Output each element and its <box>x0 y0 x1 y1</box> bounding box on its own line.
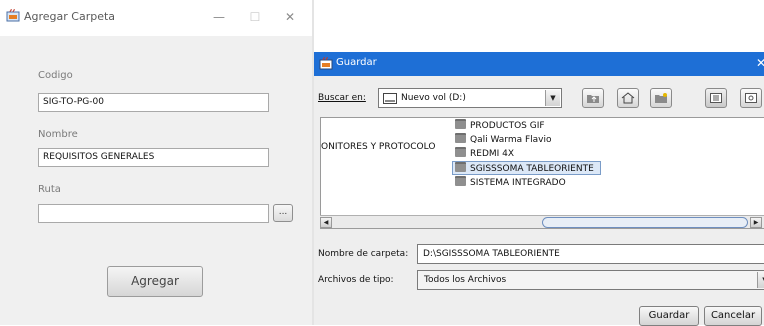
title-bar: Agregar Carpeta — ☐ ✕ <box>0 0 312 36</box>
window-title: Agregar Carpeta <box>24 10 116 23</box>
folder-icon <box>455 119 466 129</box>
buscar-en-label-text: Buscar en: <box>318 93 366 103</box>
maximize-icon[interactable]: ☐ <box>248 10 262 24</box>
folder-item[interactable]: SISTEMA INTEGRADO <box>453 176 566 190</box>
folder-item[interactable]: REDMI 4X <box>453 147 514 161</box>
list-item[interactable]: ONITORES Y PROTOCOLO <box>321 140 435 154</box>
folder-icon <box>455 162 466 172</box>
folder-item[interactable]: PRODUCTOS GIF <box>453 119 545 133</box>
buscar-en-combo[interactable]: Nuevo vol (D:) ▼ <box>378 88 562 108</box>
buscar-en-label: Buscar en: <box>318 93 366 103</box>
chevron-down-icon[interactable]: ▼ <box>545 90 560 106</box>
guardar-dialog: Guardar ✕ Buscar en: Nuevo vol (D:) ▼ ON… <box>314 52 764 326</box>
codigo-field[interactable]: SIG-TO-PG-00 <box>38 93 269 112</box>
details-view-icon[interactable] <box>740 88 762 108</box>
folder-label: PRODUCTOS GIF <box>470 121 545 131</box>
drive-icon <box>383 93 397 104</box>
nombre-carpeta-field[interactable]: D:\SGISSSOMA TABLEORIENTE <box>417 244 764 264</box>
codigo-label: Codigo <box>38 70 73 81</box>
scrollbar-thumb[interactable] <box>542 217 748 228</box>
scroll-left-icon[interactable]: ◀ <box>320 217 332 228</box>
scroll-right-icon[interactable]: ▶ <box>750 217 762 228</box>
close-icon[interactable]: ✕ <box>283 10 297 24</box>
folder-label: Qali Warma Flavio <box>470 135 552 145</box>
nombre-field[interactable]: REQUISITOS GENERALES <box>38 148 269 167</box>
list-view-icon[interactable] <box>705 88 727 108</box>
up-folder-icon[interactable] <box>582 88 604 108</box>
folder-label: SISTEMA INTEGRADO <box>470 178 566 188</box>
ruta-label: Ruta <box>38 184 61 195</box>
archivos-tipo-value: Todos los Archivos <box>424 275 507 285</box>
nombre-label: Nombre <box>38 129 78 140</box>
archivos-tipo-combo[interactable]: Todos los Archivos ▼ <box>417 270 764 290</box>
browse-button[interactable]: ... <box>273 204 293 222</box>
new-folder-icon[interactable] <box>650 88 672 108</box>
folder-label: REDMI 4X <box>470 149 515 159</box>
horizontal-scrollbar[interactable]: ◀ ▶ <box>320 215 764 228</box>
java-app-icon <box>319 57 333 70</box>
nombre-carpeta-label: Nombre de carpeta: <box>318 249 409 259</box>
agregar-carpeta-window: Agregar Carpeta — ☐ ✕ Codigo SIG-TO-PG-0… <box>0 0 312 325</box>
dialog-close-icon[interactable]: ✕ <box>756 56 764 70</box>
dialog-title-bar: Guardar ✕ <box>314 52 764 76</box>
folder-icon <box>455 133 466 143</box>
chevron-down-icon[interactable]: ▼ <box>757 272 764 288</box>
home-icon[interactable] <box>617 88 639 108</box>
folder-item[interactable]: Qali Warma Flavio <box>453 133 552 147</box>
buscar-en-value: Nuevo vol (D:) <box>401 93 466 103</box>
ruta-field[interactable] <box>38 204 269 223</box>
guardar-button[interactable]: Guardar <box>639 306 699 326</box>
folder-label: SGISSSOMA TABLEORIENTE <box>470 164 594 174</box>
archivos-tipo-label: Archivos de tipo: <box>318 275 394 285</box>
folder-icon <box>455 176 466 186</box>
dialog-title: Guardar <box>336 57 377 68</box>
java-app-icon <box>6 9 20 22</box>
folder-item-selected[interactable]: SGISSSOMA TABLEORIENTE <box>452 161 601 175</box>
file-list-pane[interactable]: ONITORES Y PROTOCOLO PRODUCTOS GIF Qali … <box>320 117 764 229</box>
folder-icon <box>455 147 466 157</box>
cancelar-button[interactable]: Cancelar <box>704 306 762 326</box>
agregar-button[interactable]: Agregar <box>107 266 203 297</box>
minimize-icon[interactable]: — <box>212 10 226 24</box>
